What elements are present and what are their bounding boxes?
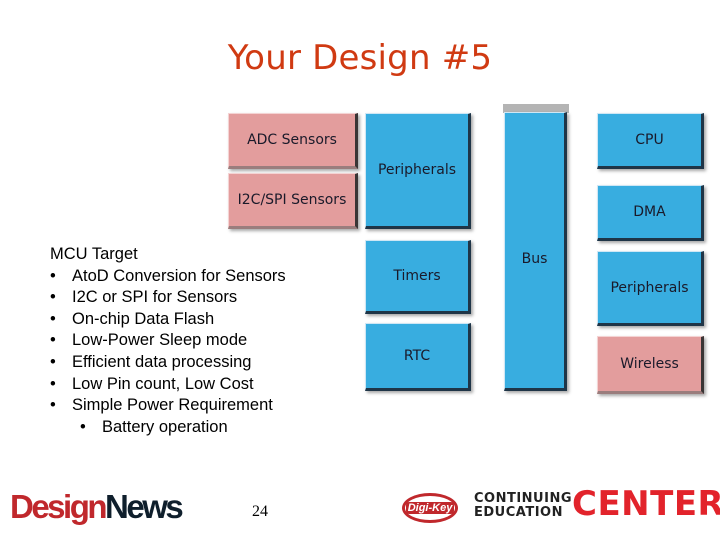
list-item: • On-chip Data Flash: [50, 309, 286, 331]
list-item: • Simple Power Requirement: [50, 395, 286, 417]
block-adc-sensors: ADC Sensors: [228, 113, 358, 169]
list-item: • Efficient data processing: [50, 352, 286, 374]
digikey-logo-text: Digi-Key: [405, 502, 455, 514]
block-label: RTC: [403, 348, 431, 364]
bullet-icon: •: [80, 417, 86, 436]
continuing-text: CONTINUING: [474, 491, 572, 506]
designnews-logo: DesignNews: [10, 488, 184, 525]
block-label: Bus: [521, 251, 548, 267]
list-item-text: I2C or SPI for Sensors: [72, 288, 238, 307]
continuing-education-label: CONTINUING EDUCATION: [474, 492, 572, 520]
bullet-icon: •: [50, 352, 56, 371]
block-label: Peripherals: [377, 162, 457, 178]
mcu-target-list: MCU Target • AtoD Conversion for Sensors …: [50, 244, 286, 438]
list-item-text: Low Pin count, Low Cost: [72, 374, 254, 393]
list-item: • Low Pin count, Low Cost: [50, 374, 286, 396]
list-item-text: Efficient data processing: [72, 352, 252, 371]
sub-list-item: • Battery operation: [50, 417, 286, 439]
block-rtc: RTC: [365, 323, 471, 391]
block-timers: Timers: [365, 240, 471, 314]
block-wireless: Wireless: [597, 336, 704, 394]
block-peripherals-right: Peripherals: [597, 251, 704, 326]
bullet-icon: •: [50, 309, 56, 328]
block-label: Timers: [393, 268, 441, 284]
block-label: I2C/SPI Sensors: [237, 192, 347, 208]
list-item: • AtoD Conversion for Sensors: [50, 266, 286, 288]
block-label: Peripherals: [610, 279, 689, 296]
logo-part-news: News: [105, 488, 184, 525]
list-item: • Low-Power Sleep mode: [50, 330, 286, 352]
list-item-text: Simple Power Requirement: [72, 396, 273, 415]
logo-part-design: Design: [10, 488, 108, 525]
list-item-text: AtoD Conversion for Sensors: [72, 266, 286, 285]
block-label: DMA: [633, 204, 666, 220]
block-bus: Bus: [504, 112, 567, 391]
bullet-icon: •: [50, 396, 56, 415]
block-cpu: CPU: [597, 113, 704, 169]
bullet-icon: •: [50, 331, 56, 350]
digikey-logo-icon: Digi-Key: [402, 493, 458, 523]
mcu-target-heading: MCU Target: [50, 245, 138, 263]
block-dma: DMA: [597, 185, 704, 241]
bullet-icon: •: [50, 266, 56, 285]
bullet-icon: •: [50, 374, 56, 393]
page-number: 24: [252, 503, 268, 520]
education-text: EDUCATION: [474, 505, 563, 520]
list-item-text: On-chip Data Flash: [72, 309, 215, 328]
block-i2c-spi-sensors: I2C/SPI Sensors: [228, 173, 358, 229]
block-peripherals-left: Peripherals: [365, 113, 471, 229]
list-item-text: Battery operation: [102, 417, 228, 436]
center-label: CENTER: [572, 484, 720, 524]
block-label: ADC Sensors: [247, 132, 337, 148]
list-item: • I2C or SPI for Sensors: [50, 287, 286, 309]
block-label: CPU: [635, 132, 664, 148]
slide-title: Your Design #5: [227, 38, 493, 78]
bullet-icon: •: [50, 288, 56, 307]
block-label: Wireless: [620, 356, 679, 372]
list-item-text: Low-Power Sleep mode: [72, 331, 248, 350]
